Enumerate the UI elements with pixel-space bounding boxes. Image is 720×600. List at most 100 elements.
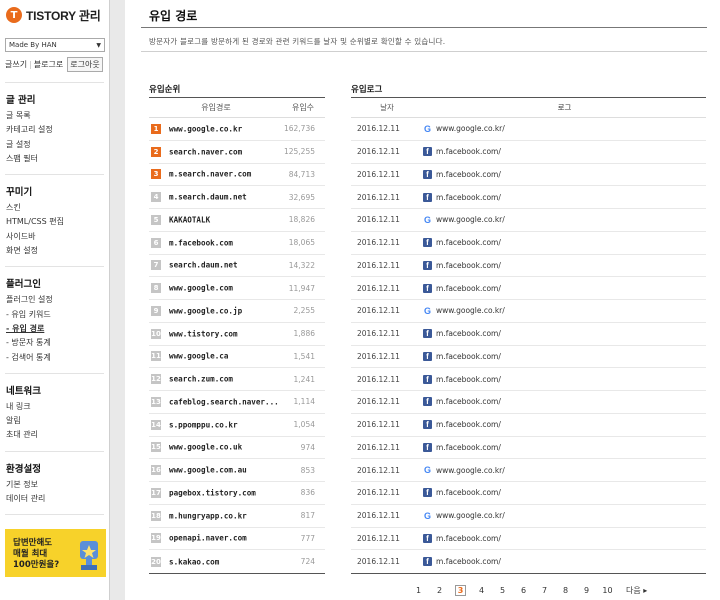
rank-badge: 20	[151, 556, 161, 567]
logout-button[interactable]: 로그아웃	[67, 57, 103, 72]
log-url-link[interactable]: www.google.co.kr/	[436, 511, 505, 520]
log-url-link[interactable]: m.facebook.com/	[436, 443, 501, 452]
date-cell: 2016.12.11	[357, 397, 400, 407]
log-cell: Gwww.google.co.kr/	[423, 124, 706, 134]
sidebar-item[interactable]: 데이터 관리	[6, 492, 109, 506]
source-link[interactable]: m.search.daum.net	[169, 193, 247, 202]
log-url-link[interactable]: m.facebook.com/	[436, 534, 501, 543]
page-current[interactable]: 3	[455, 585, 466, 596]
sidebar-item[interactable]: 내 링크	[6, 400, 109, 414]
sidebar-item[interactable]: 사이드바	[6, 230, 109, 244]
sidebar-item[interactable]: HTML/CSS 편집	[6, 215, 109, 229]
log-url-link[interactable]: m.facebook.com/	[436, 375, 501, 384]
log-url-link[interactable]: www.google.co.kr/	[436, 306, 505, 315]
sidebar-item[interactable]: - 유입 경로	[6, 322, 109, 336]
source-cell: 10 www.tistory.com	[149, 328, 283, 339]
source-link[interactable]: s.ppomppu.co.kr	[169, 420, 238, 429]
log-cell: f m.facebook.com/	[423, 283, 706, 293]
log-url-link[interactable]: m.facebook.com/	[436, 557, 501, 566]
log-url-link[interactable]: m.facebook.com/	[436, 488, 501, 497]
rank-badge: 1	[151, 123, 161, 134]
source-link[interactable]: KAKAOTALK	[169, 215, 210, 224]
log-url-link[interactable]: m.facebook.com/	[436, 284, 501, 293]
source-link[interactable]: s.kakao.com	[169, 557, 219, 566]
source-cell: 13 cafeblog.search.naver...	[149, 396, 283, 407]
sidebar-item[interactable]: 카테고리 설정	[6, 123, 109, 137]
log-url-link[interactable]: m.facebook.com/	[436, 147, 501, 156]
log-url-link[interactable]: m.facebook.com/	[436, 261, 501, 270]
sidebar-item[interactable]: - 유입 키워드	[6, 308, 109, 322]
source-link[interactable]: m.hungryapp.co.kr	[169, 511, 247, 520]
source-link[interactable]: www.google.ca	[169, 352, 228, 361]
sidebar-item[interactable]: 글 설정	[6, 138, 109, 152]
page-link[interactable]: 5	[492, 586, 513, 595]
date-cell: 2016.12.11	[357, 420, 400, 430]
rank-badge: 10	[151, 328, 161, 339]
source-link[interactable]: www.tistory.com	[169, 329, 238, 338]
source-link[interactable]: www.google.co.uk	[169, 443, 242, 452]
source-link[interactable]: search.naver.com	[169, 147, 242, 156]
date-cell: 2016.12.11	[357, 147, 400, 157]
sidebar-item[interactable]: 알림	[6, 414, 109, 428]
source-link[interactable]: www.google.com.au	[169, 466, 247, 475]
log-url-link[interactable]: m.facebook.com/	[436, 397, 501, 406]
divider	[5, 450, 104, 452]
page-title: 유입 경로	[149, 9, 198, 23]
table-row: 2016.12.11 f m.facebook.com/	[351, 255, 706, 278]
log-url-link[interactable]: m.facebook.com/	[436, 170, 501, 179]
log-url-link[interactable]: www.google.co.kr/	[436, 215, 505, 224]
source-link[interactable]: openapi.naver.com	[169, 534, 247, 543]
go-to-blog-link[interactable]: 블로그로	[34, 59, 63, 70]
log-url-link[interactable]: m.facebook.com/	[436, 329, 501, 338]
sidebar-item[interactable]: 글 목록	[6, 109, 109, 123]
page-link[interactable]: 1	[408, 586, 429, 595]
sidebar-item[interactable]: 초대 관리	[6, 428, 109, 442]
blog-select[interactable]: Made By HAN ▼	[5, 38, 105, 52]
source-link[interactable]: pagebox.tistory.com	[169, 488, 256, 497]
page-link[interactable]: 10	[597, 586, 618, 595]
page-link[interactable]: 7	[534, 586, 555, 595]
source-link[interactable]: m.search.naver.com	[169, 170, 251, 179]
log-url-link[interactable]: www.google.co.kr/	[436, 466, 505, 475]
source-link[interactable]: m.facebook.com	[169, 238, 233, 247]
table-row: 14 s.ppomppu.co.kr 1,054	[149, 414, 325, 437]
count-value: 2,255	[293, 306, 315, 316]
sidebar-item[interactable]: 스팸 필터	[6, 152, 109, 166]
page-link[interactable]: 2	[429, 586, 450, 595]
page-link[interactable]: 9	[576, 586, 597, 595]
count-value: 853	[300, 465, 315, 475]
sidebar-item[interactable]: - 검색어 통계	[6, 351, 109, 365]
rank-badge: 3	[151, 169, 161, 180]
sidebar-group: 환경설정 기본 정보 데이터 관리	[6, 461, 109, 507]
sidebar-item[interactable]: 화면 설정	[6, 244, 109, 258]
facebook-icon: f	[423, 351, 432, 361]
source-link[interactable]: cafeblog.search.naver...	[169, 397, 279, 406]
page-link[interactable]: 8	[555, 586, 576, 595]
sidebar-item[interactable]: 기본 정보	[6, 478, 109, 492]
source-link[interactable]: www.google.co.jp	[169, 306, 242, 315]
sidebar-group: 꾸미기 스킨 HTML/CSS 편집 사이드바 화면 설정	[6, 184, 109, 258]
divider	[5, 174, 104, 176]
write-link[interactable]: 글쓰기	[5, 59, 27, 70]
sidebar-item[interactable]: 스킨	[6, 201, 109, 215]
page-link[interactable]: 4	[471, 586, 492, 595]
rank-badge: 17	[151, 487, 161, 498]
source-link[interactable]: www.google.com	[169, 284, 233, 293]
source-link[interactable]: search.zum.com	[169, 375, 233, 384]
log-url-link[interactable]: m.facebook.com/	[436, 238, 501, 247]
rank-badge: 8	[151, 283, 161, 294]
rank-badge: 19	[151, 533, 161, 544]
source-link[interactable]: www.google.co.kr	[169, 124, 242, 133]
page-link[interactable]: 6	[513, 586, 534, 595]
source-link[interactable]: search.daum.net	[169, 261, 238, 270]
divider	[141, 27, 707, 28]
log-url-link[interactable]: m.facebook.com/	[436, 352, 501, 361]
log-url-link[interactable]: m.facebook.com/	[436, 420, 501, 429]
logo[interactable]: T TISTORY 관리	[0, 2, 109, 28]
log-url-link[interactable]: www.google.co.kr/	[436, 124, 505, 133]
log-url-link[interactable]: m.facebook.com/	[436, 193, 501, 202]
sidebar-item[interactable]: - 방문자 통계	[6, 336, 109, 350]
next-page-link[interactable]: 다음 ▸	[626, 585, 647, 596]
sidebar-item[interactable]: 플러그인 설정	[6, 293, 109, 307]
ad-banner[interactable]: 답변만해도 매월 최대 100만원을?	[5, 529, 106, 577]
